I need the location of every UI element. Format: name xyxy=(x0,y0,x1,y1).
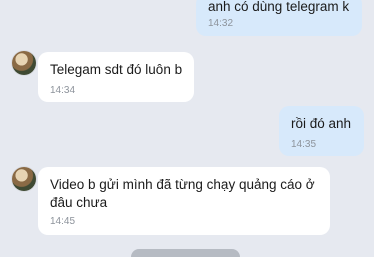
avatar[interactable] xyxy=(12,167,36,191)
message-timestamp: 14:32 xyxy=(208,18,234,29)
message-text: rồi đó anh xyxy=(291,116,352,131)
message-timestamp: 14:34 xyxy=(50,85,76,96)
date-separator xyxy=(131,249,240,257)
message-bubble-outgoing[interactable]: anh có dùng telegram k 14:32 xyxy=(196,0,362,36)
message-bubble-incoming[interactable]: Telegam sdt đó luôn b 14:34 xyxy=(38,52,194,102)
message-text: anh có dùng telegram k xyxy=(208,0,350,14)
message-timestamp: 14:35 xyxy=(291,139,317,150)
message-bubble-incoming[interactable]: Video b gửi mình đã từng chạy quảng cáo … xyxy=(38,167,330,235)
message-text: Telegam sdt đó luôn b xyxy=(50,62,183,77)
message-bubble-outgoing[interactable]: rồi đó anh 14:35 xyxy=(279,106,364,156)
avatar[interactable] xyxy=(12,51,36,75)
chat-conversation: anh có dùng telegram k 14:32 Telegam sdt… xyxy=(0,0,374,257)
message-timestamp: 14:45 xyxy=(50,216,76,227)
message-text-line-2: đâu chưa xyxy=(50,195,108,210)
message-text-line-1: Video b gửi mình đã từng chạy quảng cáo … xyxy=(50,177,315,192)
